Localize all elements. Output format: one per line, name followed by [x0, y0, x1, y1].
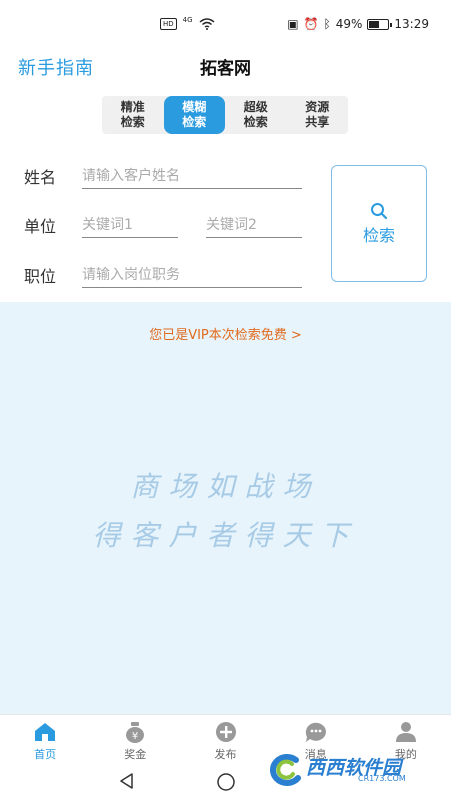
nav-publish-label: 发布	[214, 748, 237, 761]
banner-area: 您已是VIP本次检索免费 > 商场如战场 得客户者得天下	[0, 302, 451, 714]
keyword1-input[interactable]: 关键词1	[82, 214, 178, 238]
page-title: 拓客网	[200, 59, 251, 79]
user-icon	[395, 722, 416, 742]
watermark-c-icon	[270, 753, 301, 786]
position-input[interactable]: 请输入岗位职务	[82, 264, 302, 288]
name-label: 姓名	[24, 168, 57, 187]
watermark-logo: 西西软件园 CR173.COM	[262, 752, 437, 786]
search-icon	[371, 202, 388, 219]
status-bar: HD 4G ▣ ⏰ ᛒ 49% 13:29	[0, 0, 451, 52]
nav-publish[interactable]: 发布	[180, 715, 270, 764]
status-right: ▣ ⏰ ᛒ 49% 13:29	[287, 17, 429, 31]
nav-home[interactable]: 首页	[0, 715, 90, 764]
bluetooth-icon: ᛒ	[323, 17, 331, 31]
watermark-sub: CR173.COM	[358, 774, 406, 783]
clock: 13:29	[394, 17, 429, 31]
search-mode-tabs: 精准 检索 模糊 检索 超级 检索 资源 共享	[102, 96, 348, 134]
wifi-icon	[199, 18, 215, 30]
vip-notice-link[interactable]: 您已是VIP本次检索免费 >	[0, 324, 451, 343]
back-icon[interactable]	[118, 772, 136, 790]
unit-label: 单位	[24, 217, 57, 236]
hd-badge: HD	[160, 18, 177, 30]
svg-text:¥: ¥	[132, 731, 138, 742]
money-bag-icon: ¥	[126, 722, 145, 743]
tab-resource-share[interactable]: 资源 共享	[287, 96, 349, 134]
nav-bonus[interactable]: ¥ 奖金	[90, 715, 180, 764]
battery-icon	[367, 18, 393, 30]
alarm-icon: ⏰	[303, 17, 319, 31]
name-input[interactable]: 请输入客户姓名	[82, 165, 302, 189]
nav-bonus-label: 奖金	[124, 748, 147, 761]
search-button[interactable]: 检索	[331, 165, 427, 282]
slogan-line-1: 商场如战场	[130, 470, 321, 503]
signal-label: 4G	[182, 16, 193, 24]
home-icon	[35, 723, 56, 741]
tab-fuzzy-search[interactable]: 模糊 检索	[163, 96, 225, 134]
keyword2-input[interactable]: 关键词2	[206, 214, 302, 238]
nav-home-label: 首页	[34, 748, 57, 761]
chat-icon	[305, 722, 326, 742]
status-left: HD 4G	[160, 16, 215, 30]
battery-fill	[369, 20, 380, 28]
tab-super-search[interactable]: 超级 检索	[225, 96, 287, 134]
position-label: 职位	[24, 267, 57, 286]
tab-precise-search[interactable]: 精准 检索	[102, 96, 164, 134]
search-button-label: 检索	[362, 225, 395, 245]
battery-percent: 49%	[335, 17, 363, 31]
plus-circle-icon	[215, 722, 236, 742]
nfc-icon: ▣	[287, 17, 299, 31]
header: 新手指南 拓客网	[0, 52, 451, 88]
slogan-line-2: 得客户者得天下	[92, 519, 359, 552]
home-circle-icon[interactable]	[216, 772, 236, 792]
